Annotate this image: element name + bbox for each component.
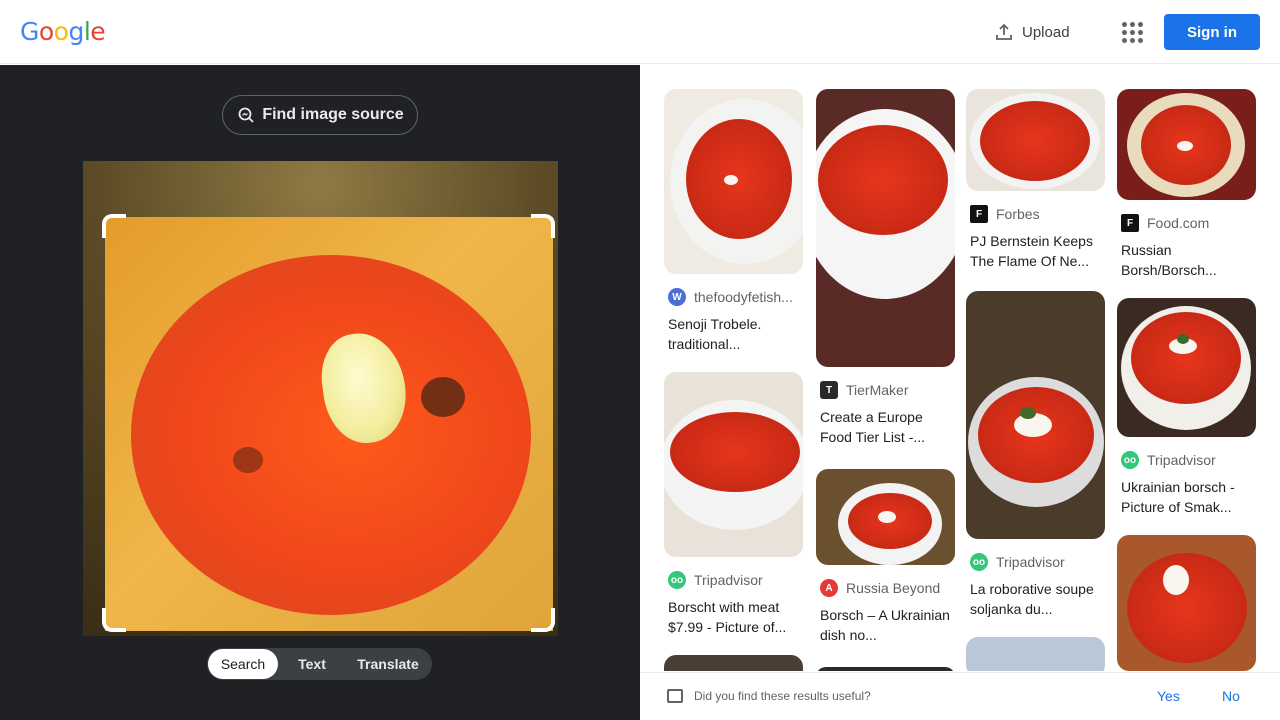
result-thumbnail[interactable] — [664, 89, 803, 274]
result-thumbnail[interactable] — [1117, 89, 1256, 200]
mode-switcher: Search Text Translate — [207, 648, 432, 680]
tripadvisor-icon: oo — [970, 553, 988, 571]
result-card[interactable] — [816, 667, 958, 671]
mode-text-tab[interactable]: Text — [278, 649, 346, 679]
result-source: oo Tripadvisor — [970, 553, 1108, 571]
header-bar: Google Upload Sign in — [0, 0, 1280, 64]
upload-icon — [996, 23, 1012, 40]
result-title[interactable]: Ukrainian borsch - Picture of Smak... — [1121, 477, 1255, 517]
result-source: A Russia Beyond — [820, 579, 958, 597]
result-title[interactable]: Create a Europe Food Tier List -... — [820, 407, 954, 447]
russia-beyond-icon: A — [820, 579, 838, 597]
result-card[interactable]: F Food.com Russian Borsh/Borsch... — [1117, 89, 1259, 280]
feedback-no-button[interactable]: No — [1222, 688, 1240, 704]
result-source: W thefoodyfetish... — [668, 288, 806, 306]
logo-letter: g — [68, 17, 84, 46]
food-com-icon: F — [1121, 214, 1139, 232]
tripadvisor-icon: oo — [668, 571, 686, 589]
result-source: T TierMaker — [820, 381, 958, 399]
upload-label: Upload — [1022, 23, 1070, 41]
result-title[interactable]: La roborative soupe soljanka du... — [970, 579, 1104, 619]
result-card[interactable]: oo Tripadvisor La roborative soupe solja… — [966, 291, 1108, 619]
result-thumbnail[interactable] — [816, 667, 955, 671]
sign-in-button[interactable]: Sign in — [1164, 14, 1260, 50]
result-card[interactable] — [1117, 535, 1259, 671]
result-thumbnail[interactable] — [966, 89, 1105, 191]
result-thumbnail[interactable] — [1117, 535, 1256, 671]
google-logo[interactable]: Google — [20, 17, 106, 47]
crop-handle-bottom-left[interactable] — [102, 608, 126, 632]
google-apps-icon[interactable] — [1116, 16, 1148, 48]
tripadvisor-icon: oo — [1121, 451, 1139, 469]
result-thumbnail[interactable] — [664, 372, 803, 557]
result-card[interactable]: T TierMaker Create a Europe Food Tier Li… — [816, 89, 958, 447]
crop-handle-bottom-right[interactable] — [531, 608, 555, 632]
mode-search-tab[interactable]: Search — [208, 649, 278, 679]
feedback-bar: Did you find these results useful? Yes N… — [640, 672, 1280, 720]
result-thumbnail[interactable] — [816, 89, 955, 367]
result-title[interactable]: Borsch – A Ukrainian dish no... — [820, 605, 954, 645]
result-title[interactable]: Borscht with meat $7.99 - Picture of... — [668, 597, 802, 637]
find-image-source-button[interactable]: Find image source — [222, 95, 418, 135]
result-thumbnail[interactable] — [664, 655, 803, 671]
visual-matches-grid: W thefoodyfetish... Senoji Trobele. trad… — [640, 65, 1280, 671]
result-source: oo Tripadvisor — [668, 571, 806, 589]
result-card[interactable]: W thefoodyfetish... Senoji Trobele. trad… — [664, 89, 806, 354]
result-source: oo Tripadvisor — [1121, 451, 1259, 469]
result-thumbnail[interactable] — [1117, 298, 1256, 437]
feedback-question: Did you find these results useful? — [694, 689, 871, 703]
result-title[interactable]: Russian Borsh/Borsch... — [1121, 240, 1255, 280]
result-source: F Food.com — [1121, 214, 1259, 232]
result-source: F Forbes — [970, 205, 1108, 223]
query-image — [83, 161, 558, 636]
image-search-icon — [238, 107, 254, 123]
logo-letter: G — [20, 17, 39, 46]
logo-letter: o — [38, 17, 54, 46]
logo-letter: e — [90, 17, 106, 46]
result-title[interactable]: PJ Bernstein Keeps The Flame Of Ne... — [970, 231, 1104, 271]
result-thumbnail[interactable] — [966, 637, 1105, 671]
crop-handle-top-right[interactable] — [531, 214, 555, 238]
logo-letter: o — [53, 17, 69, 46]
query-image-panel: Find image source Search Text Translate — [0, 65, 640, 720]
result-card[interactable]: F Forbes PJ Bernstein Keeps The Flame Of… — [966, 89, 1108, 271]
forbes-icon: F — [970, 205, 988, 223]
feedback-yes-button[interactable]: Yes — [1157, 688, 1180, 704]
soup-region — [131, 255, 531, 615]
mode-translate-tab[interactable]: Translate — [346, 649, 430, 679]
result-card[interactable]: A Russia Beyond Borsch – A Ukrainian dis… — [816, 469, 958, 645]
result-card[interactable]: oo Tripadvisor Ukrainian borsch - Pictur… — [1117, 298, 1259, 517]
result-card[interactable] — [664, 655, 806, 671]
feedback-icon — [667, 689, 683, 703]
tiermaker-icon: T — [820, 381, 838, 399]
result-thumbnail[interactable] — [816, 469, 955, 565]
crop-handle-top-left[interactable] — [102, 214, 126, 238]
wordpress-icon: W — [668, 288, 686, 306]
result-title[interactable]: Senoji Trobele. traditional... — [668, 314, 802, 354]
result-card[interactable]: oo Tripadvisor Borscht with meat $7.99 -… — [664, 372, 806, 637]
find-image-source-label: Find image source — [262, 106, 404, 123]
result-card[interactable] — [966, 637, 1108, 671]
upload-button[interactable]: Upload — [988, 16, 1076, 48]
result-thumbnail[interactable] — [966, 291, 1105, 539]
